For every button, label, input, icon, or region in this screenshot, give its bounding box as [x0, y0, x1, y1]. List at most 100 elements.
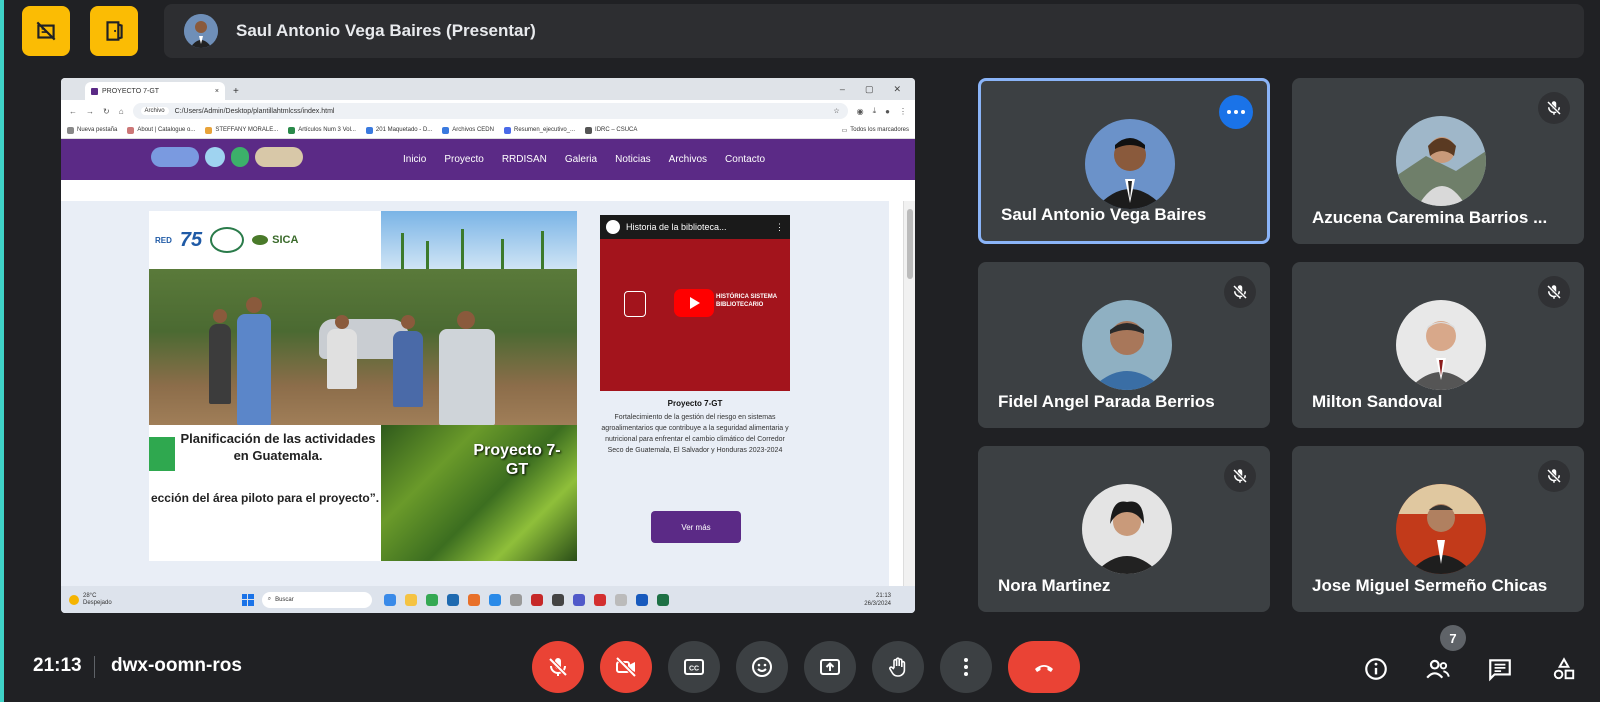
nav-link-noticias[interactable]: Noticias [615, 154, 651, 165]
address-bar[interactable]: Archivo C:/Users/Admin/Desktop/plantilla… [132, 103, 848, 119]
download-icon[interactable]: ⤓ [873, 106, 877, 116]
home-icon[interactable]: ⌂ [119, 107, 124, 116]
minimize-button[interactable]: – [840, 84, 845, 94]
participant-tile[interactable]: Jose Miguel Sermeño Chicas [1292, 446, 1584, 612]
firefox-icon[interactable] [467, 593, 480, 606]
star-icon[interactable]: ☆ [833, 107, 839, 115]
page-scrollbar[interactable] [903, 201, 915, 586]
info-icon [1365, 658, 1387, 680]
mic-off-icon [1224, 460, 1256, 492]
raise-hand-button[interactable] [872, 641, 924, 693]
browser-tab[interactable]: PROYECTO 7-GT × [85, 82, 225, 100]
app-icon[interactable] [530, 593, 543, 606]
excel-icon[interactable] [656, 593, 669, 606]
bookmark-item[interactable]: IDRC – CSUCA [585, 126, 637, 134]
meeting-time: 21:13 [33, 655, 82, 676]
extension-icon[interactable]: ◉ [857, 107, 864, 116]
word-icon[interactable] [635, 593, 648, 606]
participant-tile[interactable]: Nora Martinez [978, 446, 1270, 612]
chat-icon [1489, 659, 1511, 682]
all-bookmarks[interactable]: ▭ Todos los marcadores [842, 127, 909, 134]
file-explorer-icon[interactable] [404, 593, 417, 606]
bookmark-item[interactable]: STEFFANY MORALE... [205, 126, 278, 134]
tab-close-icon[interactable]: × [215, 88, 219, 95]
mic-toggle-button[interactable] [532, 641, 584, 693]
store-icon[interactable] [446, 593, 459, 606]
window-controls: – ▢ ✕ [840, 78, 915, 100]
acrobat-icon[interactable] [593, 593, 606, 606]
chat-button[interactable] [1482, 651, 1518, 687]
bookmark-item[interactable]: About | Catalogue o... [127, 126, 195, 134]
emoji-icon [752, 657, 772, 677]
door-exit-button[interactable] [90, 6, 138, 56]
bookmark-item[interactable]: 201 Maquetado - D... [365, 126, 432, 134]
close-window-button[interactable]: ✕ [893, 84, 901, 95]
participant-tile[interactable]: Saul Antonio Vega Baires [978, 78, 1270, 244]
ver-mas-button[interactable]: Ver más [651, 511, 741, 543]
meeting-code: dwx-oomn-ros [111, 655, 242, 676]
video-thumbnail: HISTÓRICA SISTEMA BIBLIOTECARIO [600, 239, 790, 391]
nav-link-galeria[interactable]: Galeria [565, 154, 597, 165]
nav-link-inicio[interactable]: Inicio [403, 154, 426, 165]
nav-link-proyecto[interactable]: Proyecto [444, 154, 483, 165]
more-options-button[interactable] [1219, 95, 1253, 129]
profile-icon[interactable]: ● [885, 107, 890, 116]
mic-off-icon [1538, 276, 1570, 308]
teams-icon[interactable] [572, 593, 585, 606]
taskbar-search-placeholder: Buscar [275, 596, 294, 603]
bookmark-item[interactable]: Archivos CEDN [442, 126, 494, 134]
emoji-button[interactable] [736, 641, 788, 693]
bookmark-item[interactable]: Resumen_ejecutivo_... [503, 126, 575, 134]
chrome-icon[interactable] [425, 593, 438, 606]
people-button[interactable] [1420, 651, 1456, 687]
participant-tile[interactable]: Milton Sandoval [1292, 262, 1584, 428]
edge-icon[interactable] [383, 593, 396, 606]
forward-icon[interactable]: → [86, 107, 94, 116]
terminal-icon[interactable] [551, 593, 564, 606]
camera-toggle-button[interactable] [600, 641, 652, 693]
participant-tile[interactable]: Azucena Caremina Barrios ... [1292, 78, 1584, 244]
maximize-button[interactable]: ▢ [865, 84, 874, 95]
nav-link-contacto[interactable]: Contacto [725, 154, 765, 165]
browser-tabstrip: PROYECTO 7-GT × + – ▢ ✕ [61, 78, 915, 100]
bookmark-item[interactable]: Nueva pestaña [67, 126, 117, 134]
video-embed[interactable]: Historia de la biblioteca... ⋮ HISTÓRICA… [600, 215, 790, 391]
more-options-button[interactable] [940, 641, 992, 693]
end-call-button[interactable] [1008, 641, 1080, 693]
presenter-bar[interactable]: Saul Antonio Vega Baires (Presentar) [164, 4, 1584, 58]
browser-toolbar: ← → ↻ ⌂ Archivo C:/Users/Admin/Desktop/p… [61, 100, 915, 122]
taskbar-search[interactable]: ⌕ Buscar [261, 591, 372, 608]
taskbar-clock[interactable]: 21:13 26/3/2024 [864, 592, 891, 608]
activities-button[interactable] [1546, 651, 1582, 687]
scrollbar-thumb[interactable] [907, 209, 913, 279]
project-collage: RED 75 SICA Planificación de las activid… [149, 211, 577, 561]
windows-start-icon[interactable] [241, 593, 254, 606]
presenter-label: Saul Antonio Vega Baires (Presentar) [236, 21, 536, 40]
reload-icon[interactable]: ↻ [103, 107, 110, 116]
app-icon[interactable] [488, 593, 501, 606]
avatar [1082, 484, 1172, 574]
meeting-info-button[interactable] [1358, 651, 1394, 687]
nav-link-archivos[interactable]: Archivos [669, 154, 707, 165]
video-subtitle: HISTÓRICA SISTEMA BIBLIOTECARIO [716, 294, 777, 308]
participant-tile[interactable]: Fidel Angel Parada Berrios [978, 262, 1270, 428]
back-icon[interactable]: ← [69, 107, 77, 116]
app-icon[interactable] [509, 593, 522, 606]
new-tab-button[interactable]: + [233, 82, 239, 100]
avatar [1082, 300, 1172, 390]
bookmark-item[interactable]: Artículos Num 3 Vol... [288, 126, 356, 134]
nav-link-rrdisan[interactable]: RRDISAN [502, 154, 547, 165]
hand-raise-off-button[interactable] [22, 6, 70, 56]
app-icon[interactable] [614, 593, 627, 606]
weather-widget[interactable]: 28°C Despejado [69, 593, 112, 607]
browser-menu-icon[interactable]: ⋮ [899, 107, 907, 116]
planning-card: Planificación de las actividades en Guat… [149, 425, 381, 561]
presenter-avatar [184, 14, 218, 48]
video-menu-icon[interactable]: ⋮ [775, 222, 784, 233]
partner-logos: RED 75 SICA [149, 211, 381, 269]
planning-title: Planificación de las actividades en Guat… [180, 431, 376, 463]
present-screen-button[interactable] [804, 641, 856, 693]
camera-off-icon [615, 656, 637, 678]
play-icon[interactable] [674, 289, 714, 317]
captions-button[interactable]: CC [668, 641, 720, 693]
